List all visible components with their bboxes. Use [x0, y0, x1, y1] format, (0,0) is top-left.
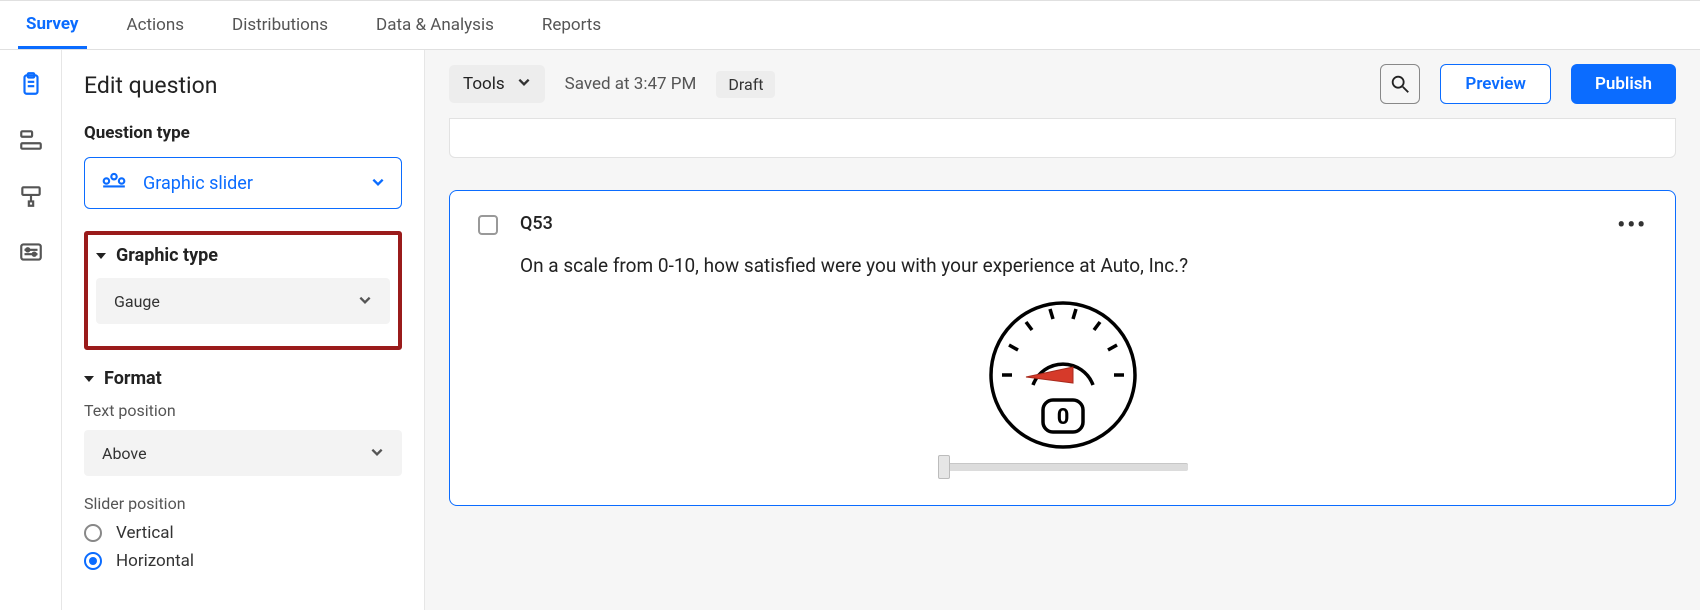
graphic-type-select[interactable]: Gauge	[96, 278, 390, 324]
slider-position-label: Slider position	[84, 494, 402, 513]
tab-survey[interactable]: Survey	[18, 1, 87, 49]
previous-block-placeholder	[449, 118, 1676, 158]
gauge-value: 0	[1056, 405, 1069, 430]
tab-data-analysis[interactable]: Data & Analysis	[368, 1, 502, 49]
content-area: Tools Saved at 3:47 PM Draft Preview Pub…	[424, 50, 1700, 610]
slider-handle[interactable]	[938, 455, 950, 479]
caret-down-icon	[96, 245, 106, 266]
search-button[interactable]	[1380, 64, 1420, 104]
radio-vertical[interactable]	[84, 524, 102, 542]
question-type-value: Graphic slider	[143, 173, 253, 194]
tab-reports[interactable]: Reports	[534, 1, 609, 49]
question-more-icon[interactable]: •••	[1617, 213, 1647, 238]
radio-vertical-label: Vertical	[116, 523, 174, 543]
edit-question-panel: Edit question Question type Graphic slid…	[62, 50, 424, 610]
preview-button[interactable]: Preview	[1440, 64, 1551, 104]
tab-actions[interactable]: Actions	[119, 1, 193, 49]
settings-icon[interactable]	[17, 238, 45, 266]
text-position-value: Above	[102, 444, 147, 463]
clipboard-icon[interactable]	[17, 70, 45, 98]
draft-badge: Draft	[716, 71, 775, 98]
caret-down-icon	[84, 368, 94, 389]
question-checkbox[interactable]	[478, 215, 498, 235]
slider-icon	[101, 172, 127, 195]
search-icon	[1389, 73, 1411, 95]
canvas: Q53 ••• On a scale from 0-10, how satisf…	[425, 118, 1700, 506]
tools-button[interactable]: Tools	[449, 65, 545, 103]
content-toolbar: Tools Saved at 3:47 PM Draft Preview Pub…	[425, 50, 1700, 118]
top-nav: Survey Actions Distributions Data & Anal…	[0, 0, 1700, 50]
question-type-select[interactable]: Graphic slider	[84, 157, 402, 209]
left-icon-rail	[0, 50, 62, 610]
radio-horizontal-label: Horizontal	[116, 551, 194, 571]
format-label: Format	[104, 368, 162, 389]
publish-button[interactable]: Publish	[1571, 64, 1676, 104]
chevron-down-icon	[358, 292, 372, 311]
slider-control[interactable]	[938, 459, 1188, 475]
slider-track	[938, 463, 1188, 471]
chevron-down-icon	[370, 444, 384, 463]
gauge-visual: 0	[478, 295, 1647, 475]
question-id: Q53	[520, 213, 553, 234]
radio-horizontal-row[interactable]: Horizontal	[84, 551, 402, 571]
chevron-down-icon	[517, 74, 531, 94]
question-type-label: Question type	[84, 123, 402, 143]
panel-title: Edit question	[84, 72, 402, 99]
graphic-type-value: Gauge	[114, 292, 160, 311]
brush-icon[interactable]	[17, 182, 45, 210]
graphic-type-label: Graphic type	[116, 245, 218, 266]
gauge-icon: 0	[978, 295, 1148, 455]
graphic-type-header[interactable]: Graphic type	[96, 245, 390, 266]
chevron-down-icon	[371, 173, 385, 194]
format-header[interactable]: Format	[84, 368, 402, 389]
text-position-select[interactable]: Above	[84, 430, 402, 476]
tab-distributions[interactable]: Distributions	[224, 1, 336, 49]
tools-label: Tools	[463, 74, 505, 94]
flow-icon[interactable]	[17, 126, 45, 154]
radio-horizontal[interactable]	[84, 552, 102, 570]
question-text[interactable]: On a scale from 0-10, how satisfied were…	[478, 254, 1647, 277]
question-card[interactable]: Q53 ••• On a scale from 0-10, how satisf…	[449, 190, 1676, 506]
graphic-type-highlight: Graphic type Gauge	[84, 231, 402, 350]
saved-status: Saved at 3:47 PM	[565, 74, 697, 94]
text-position-label: Text position	[84, 401, 402, 420]
radio-vertical-row[interactable]: Vertical	[84, 523, 402, 543]
